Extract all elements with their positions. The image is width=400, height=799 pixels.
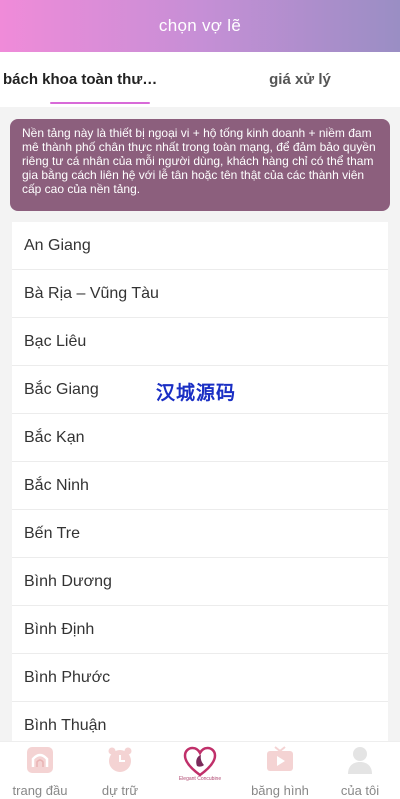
- province-name: Bắc Kạn: [24, 428, 85, 446]
- list-item[interactable]: Bà Rịa – Vũng Tàu: [12, 270, 388, 318]
- list-item[interactable]: Bạc Liêu: [12, 318, 388, 366]
- nav-label: trang đầu: [12, 783, 68, 798]
- list-item[interactable]: An Giang: [12, 222, 388, 270]
- page-title: chọn vợ lẽ: [158, 16, 242, 35]
- province-list: An Giang Bà Rịa – Vũng Tàu Bạc Liêu Bắc …: [12, 222, 388, 742]
- province-name: Bình Dương: [24, 572, 112, 590]
- alarm-clock-icon: [105, 745, 135, 775]
- home-icon: [25, 745, 55, 775]
- video-icon: [265, 745, 295, 775]
- notice-banner: Nền tảng này là thiết bị ngoại vi + hộ t…: [10, 119, 390, 211]
- province-name: Bà Rịa – Vũng Tàu: [24, 284, 159, 302]
- list-item[interactable]: Bình Định: [12, 606, 388, 654]
- nav-video[interactable]: băng hình: [240, 742, 320, 799]
- nav-label: dự trữ: [101, 783, 139, 798]
- active-tab-indicator: [50, 102, 150, 104]
- list-item[interactable]: Bình Dương: [12, 558, 388, 606]
- province-name: Bình Định: [24, 620, 95, 638]
- tab-label: bách khoa toàn thư…: [3, 71, 158, 88]
- nav-label: của tôi: [340, 783, 380, 798]
- notice-text: Nền tảng này là thiết bị ngoại vi + hộ t…: [22, 126, 376, 196]
- tab-label: giá xử lý: [269, 71, 331, 88]
- nav-label: băng hình: [251, 783, 309, 798]
- province-name: Bắc Ninh: [24, 476, 89, 494]
- list-item[interactable]: Bình Thuận: [12, 702, 388, 742]
- province-name: An Giang: [24, 236, 91, 254]
- heart-logo-icon: [183, 745, 217, 779]
- list-item[interactable]: Bến Tre: [12, 510, 388, 558]
- list-item[interactable]: Bắc Kạn: [12, 414, 388, 462]
- watermark-text: 汉城源码: [156, 382, 237, 404]
- province-name: Bình Thuận: [24, 716, 107, 734]
- tab-bar: bách khoa toàn thư… giá xử lý: [0, 52, 400, 107]
- list-item[interactable]: Bắc Ninh: [12, 462, 388, 510]
- tab-encyclopedia[interactable]: bách khoa toàn thư…: [0, 52, 200, 107]
- tab-pricing[interactable]: giá xử lý: [200, 52, 400, 107]
- province-name: Bạc Liêu: [24, 332, 87, 350]
- province-name: Bến Tre: [24, 524, 81, 542]
- nav-reserve[interactable]: dự trữ: [80, 742, 160, 799]
- nav-center-logo[interactable]: Elegant Concubine: [160, 742, 240, 799]
- province-name: Bình Phước: [24, 668, 111, 686]
- nav-profile[interactable]: của tôi: [320, 742, 400, 799]
- list-item[interactable]: Bình Phước: [12, 654, 388, 702]
- bottom-navigation: trang đầu dự trữ Elegant Concubine băng …: [0, 741, 400, 799]
- nav-home[interactable]: trang đầu: [0, 742, 80, 799]
- app-header: chọn vợ lẽ: [0, 0, 400, 52]
- logo-caption: Elegant Concubine: [178, 776, 222, 782]
- province-name: Bắc Giang: [24, 380, 99, 398]
- user-icon: [345, 745, 375, 775]
